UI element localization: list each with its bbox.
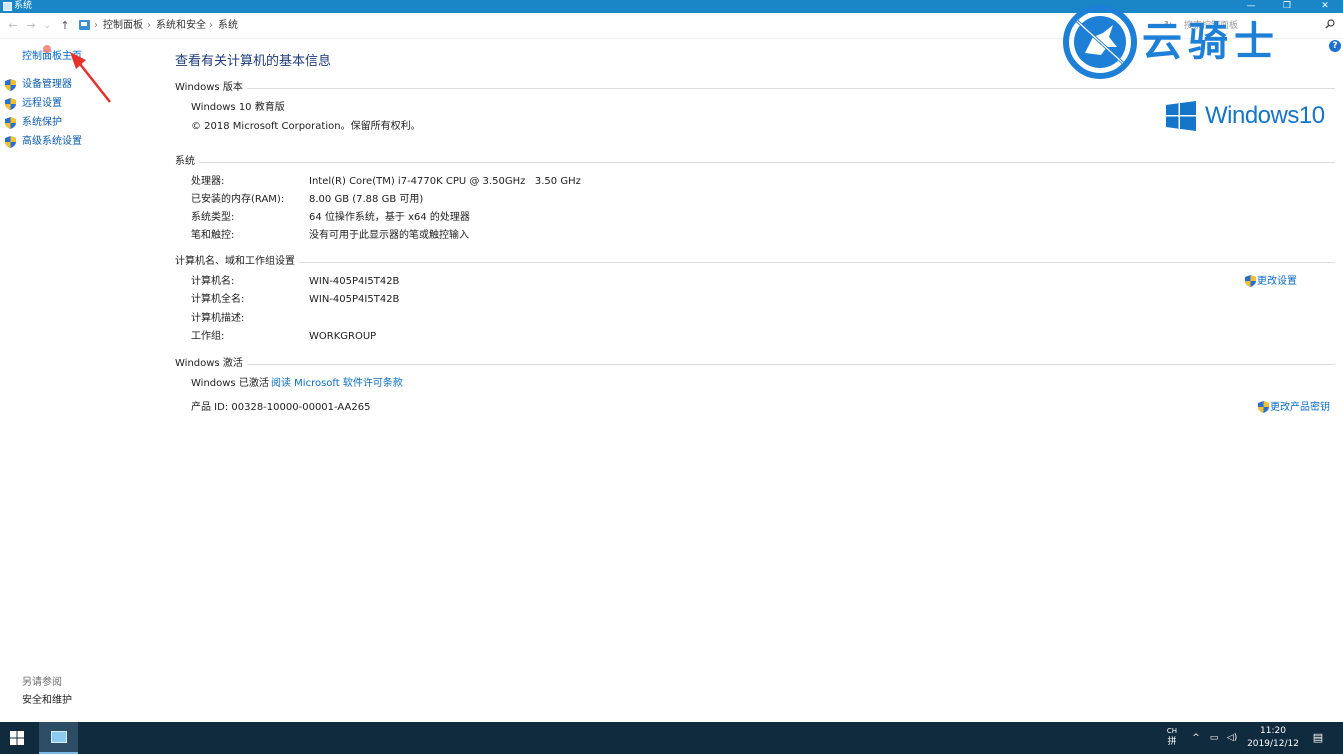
red-annotation-arrow <box>43 45 111 103</box>
input-method-icon: 拼 <box>1167 737 1177 747</box>
ram-label: 已安装的内存(RAM): <box>191 194 285 205</box>
processor-label: 处理器: <box>191 176 225 187</box>
section-divider <box>175 88 1335 89</box>
uac-shield-icon <box>5 136 16 148</box>
computer-description-label: 计算机描述: <box>191 313 245 324</box>
activation-status: Windows 已激活 <box>191 378 269 389</box>
breadcrumb-separator: › <box>209 20 213 31</box>
up-button[interactable]: ↑ <box>58 18 72 34</box>
system-type-value: 64 位操作系统，基于 x64 的处理器 <box>309 212 470 223</box>
windows-start-icon[interactable] <box>10 731 24 745</box>
language-code: CH <box>1166 727 1178 735</box>
forward-button[interactable]: → <box>24 18 38 34</box>
clock-date: 2019/12/12 <box>1247 739 1299 749</box>
system-protection-link[interactable]: 系统保护 <box>22 116 62 130</box>
system-type-label: 系统类型: <box>191 212 235 223</box>
taskbar: CH 拼 ^ ▭ ◁) 11:20 2019/12/12 ▤ <box>0 722 1343 754</box>
taskbar-system-window[interactable] <box>39 722 78 754</box>
tray-chevron-icon[interactable]: ^ <box>1190 722 1202 754</box>
clock-time: 11:20 <box>1260 726 1286 736</box>
processor-value: Intel(R) Core(TM) i7-4770K CPU @ 3.50GHz… <box>309 176 581 187</box>
windows-edition-heading: Windows 版本 <box>175 81 247 95</box>
breadcrumb-control-panel[interactable]: 控制面板 <box>103 19 143 33</box>
edition-name: Windows 10 教育版 <box>191 102 285 113</box>
back-button[interactable]: ← <box>6 18 20 34</box>
notification-icon[interactable]: ▤ <box>1311 722 1325 754</box>
uac-shield-icon <box>5 117 16 129</box>
uac-shield-icon <box>1245 275 1256 287</box>
page-title: 查看有关计算机的基本信息 <box>175 54 332 69</box>
security-maintenance-link[interactable]: 安全和维护 <box>22 694 72 708</box>
system-app-icon <box>3 2 12 11</box>
license-terms-link[interactable]: 阅读 Microsoft 软件许可条款 <box>271 377 403 391</box>
ram-value: 8.00 GB (7.88 GB 可用) <box>309 194 424 205</box>
pen-touch-label: 笔和触控: <box>191 230 235 241</box>
see-also-heading: 另请参阅 <box>22 677 62 688</box>
breadcrumb-system-security[interactable]: 系统和安全 <box>156 19 206 33</box>
computer-name-heading: 计算机名、域和工作组设置 <box>175 255 299 269</box>
section-divider <box>175 262 1335 263</box>
computer-name-value: WIN-405P4I5T42B <box>309 276 400 287</box>
recent-locations-button[interactable]: ⌄ <box>42 18 52 34</box>
workgroup-label: 工作组: <box>191 331 225 342</box>
computer-name-label: 计算机名: <box>191 276 235 287</box>
change-product-key-link[interactable]: 更改产品密钥 <box>1270 401 1330 415</box>
control-panel-icon <box>51 731 67 743</box>
control-panel-icon <box>79 20 90 30</box>
pen-touch-value: 没有可用于此显示器的笔或触控输入 <box>309 230 469 241</box>
taskbar-clock[interactable]: 11:20 2019/12/12 <box>1240 725 1306 751</box>
product-id: 产品 ID: 00328-10000-00001-AA265 <box>191 402 371 413</box>
change-settings-link[interactable]: 更改设置 <box>1257 275 1297 289</box>
windows-logo-icon <box>1166 101 1196 131</box>
input-language-indicator[interactable]: CH 拼 <box>1164 726 1180 748</box>
section-divider <box>175 364 1335 365</box>
copyright-text: © 2018 Microsoft Corporation。保留所有权利。 <box>191 121 421 132</box>
windows-10-logo-text: Windows10 <box>1205 102 1325 129</box>
breadcrumb-separator: › <box>147 20 151 31</box>
advanced-system-settings-link[interactable]: 高级系统设置 <box>22 135 82 149</box>
breadcrumb-system[interactable]: 系统 <box>218 19 238 33</box>
uac-shield-icon <box>5 79 16 91</box>
windows-activation-heading: Windows 激活 <box>175 357 247 371</box>
breadcrumb-separator: › <box>94 20 98 31</box>
workgroup-value: WORKGROUP <box>309 331 377 342</box>
system-heading: 系统 <box>175 155 199 169</box>
watermark-text: 云骑士 <box>1142 19 1280 65</box>
uac-shield-icon <box>5 98 16 110</box>
section-divider <box>175 162 1335 163</box>
full-computer-name-label: 计算机全名: <box>191 294 245 305</box>
full-computer-name-value: WIN-405P4I5T42B <box>309 294 400 305</box>
network-icon[interactable]: ▭ <box>1207 722 1221 754</box>
uac-shield-icon <box>1258 401 1269 413</box>
window-title: 系统 <box>14 1 33 11</box>
volume-icon[interactable]: ◁) <box>1224 722 1240 754</box>
